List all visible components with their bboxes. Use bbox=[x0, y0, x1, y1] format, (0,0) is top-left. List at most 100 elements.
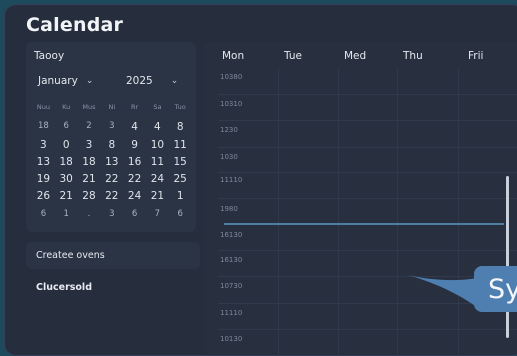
day-cell[interactable]: 25 bbox=[169, 173, 192, 185]
weekday-label: Mus bbox=[82, 103, 96, 111]
week-row: 26 21 28 22 24 21 1 bbox=[32, 190, 192, 202]
day-cell[interactable]: 22 bbox=[123, 173, 146, 185]
day-cell[interactable]: 8 bbox=[100, 139, 123, 151]
calendars-section-label[interactable]: Clucersold bbox=[26, 274, 200, 301]
hour-gridline bbox=[218, 147, 517, 148]
day-header-tue[interactable]: Tue bbox=[284, 50, 302, 62]
day-cell[interactable]: 21 bbox=[55, 190, 78, 202]
day-cell[interactable]: 22 bbox=[100, 190, 123, 202]
day-cell[interactable]: 3 bbox=[100, 209, 123, 219]
day-cell[interactable]: 4 bbox=[146, 121, 169, 133]
time-label: 11110 bbox=[220, 309, 243, 317]
week-row: 13 18 18 13 16 11 15 bbox=[32, 156, 192, 168]
time-label: 16130 bbox=[220, 256, 243, 264]
day-cell[interactable]: 3 bbox=[32, 139, 55, 151]
weekday-label: Tuo bbox=[174, 103, 186, 111]
today-button[interactable]: Taooy bbox=[34, 50, 64, 62]
day-cell[interactable]: . bbox=[78, 209, 101, 219]
day-cell[interactable]: 15 bbox=[169, 156, 192, 168]
day-header-thu[interactable]: Thu bbox=[403, 50, 423, 62]
hour-gridline bbox=[218, 94, 517, 95]
popup-text: Sy bbox=[488, 273, 517, 305]
day-cell[interactable]: 18 bbox=[55, 156, 78, 168]
day-header-wed[interactable]: Med bbox=[344, 50, 366, 62]
hour-gridline bbox=[218, 250, 517, 251]
week-row: 18 6 2 3 4 4 8 bbox=[32, 121, 192, 133]
day-cell[interactable]: 24 bbox=[146, 173, 169, 185]
popup-pointer bbox=[404, 274, 478, 308]
app-title: Calendar bbox=[26, 14, 124, 36]
time-label: 10310 bbox=[220, 100, 243, 108]
day-column-divider bbox=[278, 68, 279, 356]
time-label: 10380 bbox=[220, 73, 243, 81]
day-cell[interactable]: 0 bbox=[55, 139, 78, 151]
mini-calendar: Taooy January ⌄ 2025 ⌄ Nuu Ku Mus Ni Rr … bbox=[26, 42, 196, 232]
day-cell[interactable]: 21 bbox=[146, 190, 169, 202]
time-label: 16130 bbox=[220, 231, 243, 239]
time-label: 1230 bbox=[220, 126, 238, 134]
day-cell[interactable]: 6 bbox=[55, 121, 78, 133]
weekday-label: Ku bbox=[62, 103, 71, 111]
chevron-down-icon: ⌄ bbox=[85, 76, 94, 86]
day-cell[interactable]: 6 bbox=[169, 209, 192, 219]
calendar-window: Calendar Taooy January ⌄ 2025 ⌄ Nuu Ku M… bbox=[4, 4, 517, 356]
day-cell[interactable]: 10 bbox=[146, 139, 169, 151]
chevron-down-icon: ⌄ bbox=[170, 76, 179, 86]
day-cell[interactable]: 11 bbox=[169, 139, 192, 151]
create-event-button[interactable]: Createe ovens bbox=[26, 242, 200, 269]
hour-gridline bbox=[218, 120, 517, 121]
day-cell[interactable]: 3 bbox=[78, 139, 101, 151]
day-cell[interactable]: 21 bbox=[78, 173, 101, 185]
event-popup[interactable]: Sy bbox=[474, 266, 517, 312]
weekday-label: Sa bbox=[153, 103, 162, 111]
weekday-header: Nuu Ku Mus Ni Rr Sa Tuo bbox=[32, 103, 192, 111]
month-select[interactable]: January ⌄ bbox=[32, 72, 108, 90]
day-cell[interactable]: 3 bbox=[100, 121, 123, 133]
time-label: 1980 bbox=[220, 205, 238, 213]
day-column-divider bbox=[458, 68, 459, 356]
day-cell[interactable]: 30 bbox=[55, 173, 78, 185]
day-cell[interactable]: 13 bbox=[32, 156, 55, 168]
day-cell[interactable]: 11 bbox=[146, 156, 169, 168]
day-cell[interactable]: 13 bbox=[100, 156, 123, 168]
day-cell[interactable]: 2 bbox=[78, 121, 101, 133]
year-select[interactable]: 2025 ⌄ bbox=[116, 72, 186, 90]
day-header-fri[interactable]: Frii bbox=[468, 50, 483, 62]
day-column-divider bbox=[397, 68, 398, 356]
day-cell[interactable]: 16 bbox=[123, 156, 146, 168]
week-row: 6 1 . 3 6 7 6 bbox=[32, 209, 192, 219]
day-cell[interactable]: 22 bbox=[100, 173, 123, 185]
time-label: 10130 bbox=[220, 335, 243, 343]
day-cell[interactable]: 28 bbox=[78, 190, 101, 202]
day-cell[interactable]: 26 bbox=[32, 190, 55, 202]
weekday-label: Nuu bbox=[36, 103, 50, 111]
day-cell[interactable]: 4 bbox=[123, 121, 146, 133]
day-cell[interactable]: 18 bbox=[78, 156, 101, 168]
day-cell[interactable]: 1 bbox=[169, 190, 192, 202]
vertical-scrollbar[interactable] bbox=[506, 176, 509, 338]
day-cell[interactable]: 24 bbox=[123, 190, 146, 202]
time-label: 11110 bbox=[220, 176, 243, 184]
time-label: 10730 bbox=[220, 282, 243, 290]
day-cell[interactable]: 6 bbox=[123, 209, 146, 219]
day-cell[interactable]: 6 bbox=[32, 209, 55, 219]
day-header-mon[interactable]: Mon bbox=[222, 50, 244, 62]
day-cell[interactable]: 9 bbox=[123, 139, 146, 151]
week-row: 19 30 21 22 22 24 25 bbox=[32, 173, 192, 185]
month-value: January bbox=[38, 75, 78, 87]
day-cell[interactable]: 18 bbox=[32, 121, 55, 133]
hour-gridline bbox=[218, 172, 517, 173]
day-cell[interactable]: 1 bbox=[55, 209, 78, 219]
time-label: 1030 bbox=[220, 153, 238, 161]
hour-gridline bbox=[218, 198, 517, 199]
week-row: 3 0 3 8 9 10 11 bbox=[32, 139, 192, 151]
day-column-divider bbox=[338, 68, 339, 356]
hour-gridline bbox=[218, 329, 517, 330]
weekday-label: Rr bbox=[130, 103, 139, 111]
day-cell[interactable]: 8 bbox=[169, 121, 192, 133]
year-value: 2025 bbox=[126, 75, 153, 87]
current-time-line bbox=[224, 223, 504, 225]
weekday-label: Ni bbox=[108, 103, 116, 111]
day-cell[interactable]: 19 bbox=[32, 173, 55, 185]
day-cell[interactable]: 7 bbox=[146, 209, 169, 219]
